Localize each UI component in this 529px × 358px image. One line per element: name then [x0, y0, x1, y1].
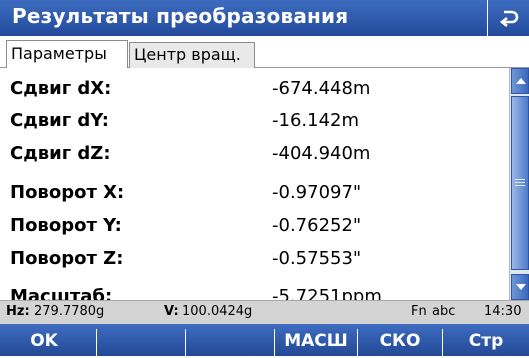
- scale-label: Масштаб:: [10, 286, 113, 300]
- title-bar: Результаты преобразования: [0, 0, 529, 36]
- arrow-up-icon: [516, 78, 526, 84]
- page-title: Результаты преобразования: [12, 4, 349, 28]
- rotation-y-value: -0.76252": [272, 215, 362, 236]
- v-label: V:: [164, 304, 179, 319]
- softkey-f3-button[interactable]: [186, 324, 274, 356]
- softkey-scale-button[interactable]: МАСШ: [275, 324, 357, 356]
- rotation-x-label: Поворот X:: [10, 182, 125, 203]
- grip-line: [515, 179, 525, 180]
- hz-value: 279.7780g: [34, 304, 105, 319]
- rotation-x-value: -0.97097": [272, 182, 362, 203]
- rotation-z-value: -0.57553": [272, 248, 362, 269]
- scroll-up-button[interactable]: [511, 68, 529, 94]
- grip-line: [515, 182, 525, 183]
- result-row-shift-dz: Сдвиг dZ: -404.940m: [0, 139, 509, 169]
- hz-label: Hz:: [6, 304, 30, 319]
- shift-dz-label: Сдвиг dZ:: [10, 143, 111, 164]
- arrow-down-icon: [516, 284, 526, 290]
- clock: 14:30: [484, 304, 522, 319]
- result-row-shift-dy: Сдвиг dY: -16.142m: [0, 106, 509, 136]
- softkey-bar: OK МАСШ СКО Стр: [0, 324, 529, 356]
- scroll-thumb[interactable]: [511, 96, 529, 270]
- rotation-y-label: Поворот Y:: [10, 215, 122, 236]
- shift-dz-value: -404.940m: [272, 143, 371, 164]
- result-row-scale: Масштаб: -5.7251ppm: [0, 282, 509, 300]
- shift-dx-label: Сдвиг dX:: [10, 78, 112, 99]
- softkey-page-button[interactable]: Стр: [443, 324, 529, 356]
- results-list: Сдвиг dX: -674.448m Сдвиг dY: -16.142m С…: [0, 68, 509, 300]
- rotation-z-label: Поворот Z:: [10, 248, 124, 269]
- shift-dy-value: -16.142m: [272, 110, 360, 131]
- softkey-rms-button[interactable]: СКО: [358, 324, 442, 356]
- scroll-down-button[interactable]: [511, 274, 529, 300]
- vertical-scrollbar[interactable]: [509, 68, 529, 300]
- tab-strip: Параметры Центр вращ.: [0, 36, 529, 69]
- shift-dy-label: Сдвиг dY:: [10, 110, 109, 131]
- input-mode-indicator: abc: [432, 304, 456, 319]
- shift-dx-value: -674.448m: [272, 78, 371, 99]
- result-row-shift-dx: Сдвиг dX: -674.448m: [0, 74, 509, 104]
- softkey-ok-button[interactable]: OK: [0, 324, 88, 356]
- tab-rotation-center[interactable]: Центр вращ.: [129, 42, 255, 68]
- v-value: 100.0424g: [182, 304, 253, 319]
- tab-parameters[interactable]: Параметры: [6, 40, 128, 69]
- back-button[interactable]: [487, 0, 529, 36]
- result-row-rotation-z: Поворот Z: -0.57553": [0, 244, 509, 274]
- status-bar: Hz: 279.7780g V: 100.0424g Fn abc 14:30: [0, 300, 529, 324]
- softkey-f2-button[interactable]: [97, 324, 185, 356]
- result-row-rotation-y: Поворот Y: -0.76252": [0, 211, 509, 241]
- fn-indicator: Fn: [411, 304, 427, 319]
- scale-value: -5.7251ppm: [272, 286, 382, 300]
- return-arrow-icon: [499, 10, 519, 28]
- grip-line: [515, 185, 525, 186]
- result-row-rotation-x: Поворот X: -0.97097": [0, 178, 509, 208]
